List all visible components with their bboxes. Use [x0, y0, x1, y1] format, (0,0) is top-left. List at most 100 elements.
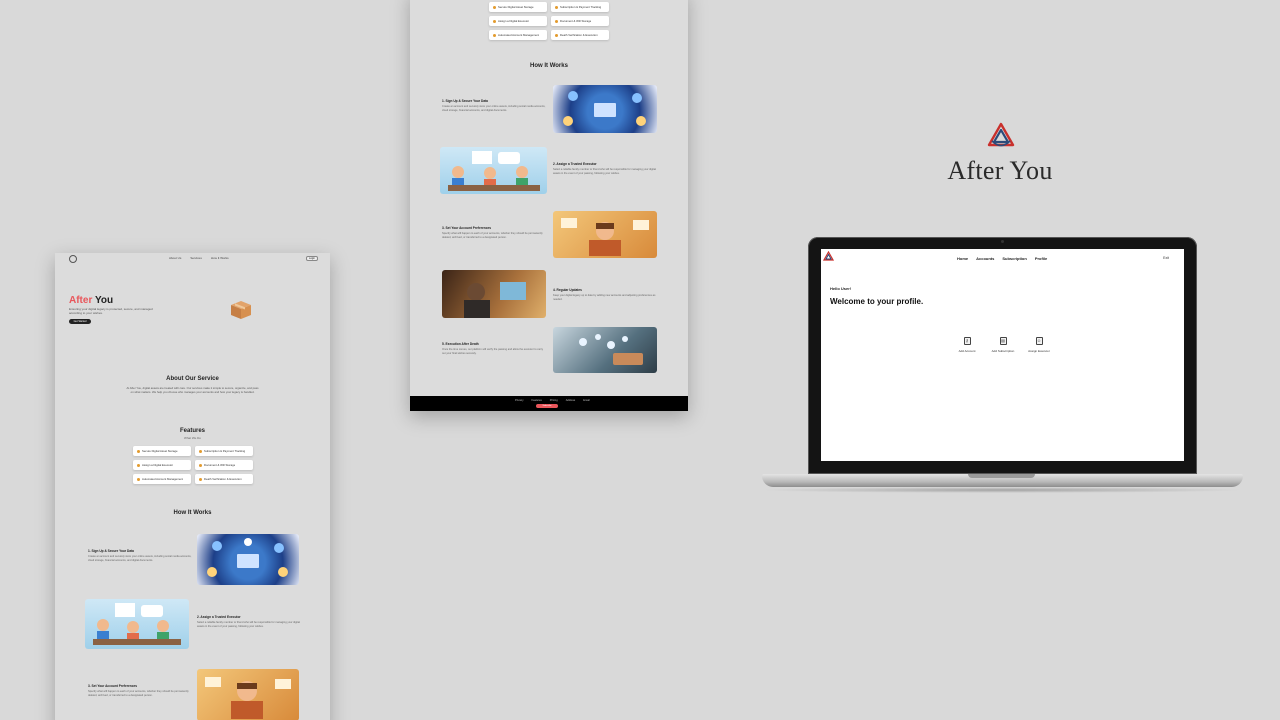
- digital-hand-illustration: [579, 334, 643, 365]
- after-you-logo-icon: [987, 122, 1015, 147]
- feature-icon: [199, 463, 202, 467]
- step-2: 2. Assign a Trusted Executor Select a re…: [553, 162, 658, 175]
- step-desc: Create an account and securely store you…: [88, 555, 192, 562]
- step-title: 1. Sign Up & Secure Your Data: [88, 549, 134, 553]
- footer-link[interactable]: Email: [583, 399, 590, 402]
- feature-chip[interactable]: Secure Digital Asset Storage: [133, 446, 191, 456]
- step-desc: Specify what will happen to each of your…: [442, 232, 543, 239]
- site-nav-links: About Us Services How It Works: [169, 256, 229, 260]
- features-title: Features: [179, 428, 205, 434]
- nav-link[interactable]: About Us: [169, 256, 181, 260]
- feature-chip[interactable]: Secure Digital Asset Storage: [489, 2, 547, 12]
- feature-icon: [555, 33, 558, 37]
- person-laptop-illustration: [561, 218, 649, 256]
- app-nav: Home Accounts Subscription Profile: [957, 256, 1047, 261]
- site-logo-icon[interactable]: [69, 255, 77, 263]
- step-2-illustration: [85, 599, 189, 649]
- app-nav-accounts[interactable]: Accounts: [976, 256, 994, 261]
- step-3: 3. Set Your Account Preferences Specify …: [88, 684, 193, 697]
- feature-chip[interactable]: Subscription & Payment Tracking: [551, 2, 609, 12]
- step-title: 2. Assign a Trusted Executor: [197, 615, 241, 619]
- footer-link[interactable]: Address: [566, 399, 576, 402]
- feature-chip[interactable]: Document & Will Storage: [551, 16, 609, 26]
- features-grid: Secure Digital Asset Storage Subscriptio…: [489, 2, 609, 40]
- feature-chip[interactable]: Subscription & Payment Tracking: [195, 446, 253, 456]
- feature-chip[interactable]: Death Verification & Execution: [551, 30, 609, 40]
- welcome-heading: Welcome to your profile.: [830, 297, 924, 306]
- add-account-button[interactable]: ⚷ Add Account: [957, 337, 977, 353]
- user-icon: ☺: [1035, 337, 1043, 345]
- step-desc: Select a reliable family member or frien…: [553, 168, 656, 175]
- step-3: 3. Set Your Account Preferences Specify …: [442, 226, 547, 239]
- feature-chip[interactable]: Document & Will Storage: [195, 460, 253, 470]
- step-2: 2. Assign a Trusted Executor Select a re…: [197, 615, 302, 628]
- footer-link[interactable]: Privacy: [515, 399, 524, 402]
- people-illustration: [93, 603, 181, 645]
- action-label: Assign Executor: [1028, 349, 1050, 353]
- feature-icon: [137, 477, 140, 481]
- action-label: Add Subscription: [991, 349, 1015, 353]
- feature-chip[interactable]: Automated Account Management: [489, 30, 547, 40]
- add-subscription-button[interactable]: ▤ Add Subscription: [991, 337, 1015, 353]
- step-title: 3. Set Your Account Preferences: [442, 226, 492, 230]
- feature-label: Assign a Digital Executor: [142, 463, 174, 467]
- app-nav-profile[interactable]: Profile: [1035, 256, 1047, 261]
- camera-icon: [1001, 240, 1004, 243]
- feature-icon: [199, 449, 202, 453]
- feature-chip[interactable]: Death Verification & Execution: [195, 474, 253, 484]
- footer-link[interactable]: Pricing: [550, 399, 558, 402]
- network-illustration: [207, 538, 288, 577]
- how-it-works-title: How It Works: [173, 510, 212, 516]
- step-1-illustration: [553, 85, 657, 133]
- hero-subtitle: Ensuring your digital legacy is protecte…: [69, 307, 153, 315]
- package-icon: [231, 301, 251, 319]
- step-desc: Specify what will happen to each of your…: [88, 690, 189, 697]
- features-grid: Secure Digital Asset Storage Subscriptio…: [133, 446, 253, 484]
- website-mockup-left: About Us Services How It Works Login Aft…: [55, 253, 330, 720]
- feature-icon: [137, 463, 140, 467]
- step-5-illustration: [553, 327, 657, 373]
- people-illustration: [448, 151, 540, 191]
- greeting: Hello User!: [830, 286, 852, 291]
- exit-link[interactable]: Exit: [1163, 256, 1169, 260]
- step-1-illustration: [197, 534, 299, 585]
- action-label: Add Account: [958, 349, 976, 353]
- nav-link[interactable]: How It Works: [211, 256, 229, 260]
- step-1: 1. Sign Up & Secure Your Data Create an …: [88, 549, 193, 562]
- feature-icon: [493, 19, 496, 23]
- step-desc: Select a reliable family member or frien…: [197, 621, 300, 628]
- step-3-illustration: [197, 669, 299, 720]
- step-desc: Keep your digital legacy up to date by a…: [553, 294, 656, 301]
- how-it-works-title: How It Works: [530, 63, 568, 69]
- step-desc: Once the time comes, our platform will v…: [442, 348, 544, 355]
- feature-icon: [555, 5, 558, 9]
- laptop-shadow: [760, 487, 1245, 493]
- app-logo-icon[interactable]: [823, 251, 834, 262]
- feature-chip[interactable]: Assign a Digital Executor: [133, 460, 191, 470]
- footer-link[interactable]: Features: [532, 399, 542, 402]
- feature-label: Secure Digital Asset Storage: [142, 449, 178, 453]
- app-nav-subscription[interactable]: Subscription: [1002, 256, 1026, 261]
- nav-link[interactable]: Services: [190, 256, 202, 260]
- step-1: 1. Sign Up & Secure Your Data Create an …: [442, 99, 547, 112]
- person-laptop-illustration: [205, 677, 291, 719]
- step-3-illustration: [553, 211, 657, 258]
- feature-icon: [199, 477, 202, 481]
- subscribe-button[interactable]: Subscribe: [536, 404, 558, 408]
- feature-chip[interactable]: Assign a Digital Executor: [489, 16, 547, 26]
- app-screen: Home Accounts Subscription Profile Exit …: [821, 249, 1184, 461]
- feature-label: Assign a Digital Executor: [498, 19, 530, 23]
- feature-label: Automated Account Management: [142, 477, 184, 481]
- assign-executor-button[interactable]: ☺ Assign Executor: [1028, 337, 1050, 353]
- get-started-button[interactable]: Get Started: [69, 319, 91, 324]
- feature-chip[interactable]: Automated Account Management: [133, 474, 191, 484]
- step-4: 4. Regular Updates Keep your digital leg…: [553, 288, 658, 301]
- login-button[interactable]: Login: [306, 256, 318, 261]
- step-desc: Create an account and securely store you…: [442, 105, 546, 112]
- step-5: 5. Execution After Death Once the time c…: [442, 342, 547, 355]
- feature-label: Death Verification & Execution: [560, 33, 598, 37]
- app-nav-home[interactable]: Home: [957, 256, 968, 261]
- feature-icon: [493, 5, 496, 9]
- network-illustration: [563, 91, 646, 126]
- feature-label: Document & Will Storage: [204, 463, 236, 467]
